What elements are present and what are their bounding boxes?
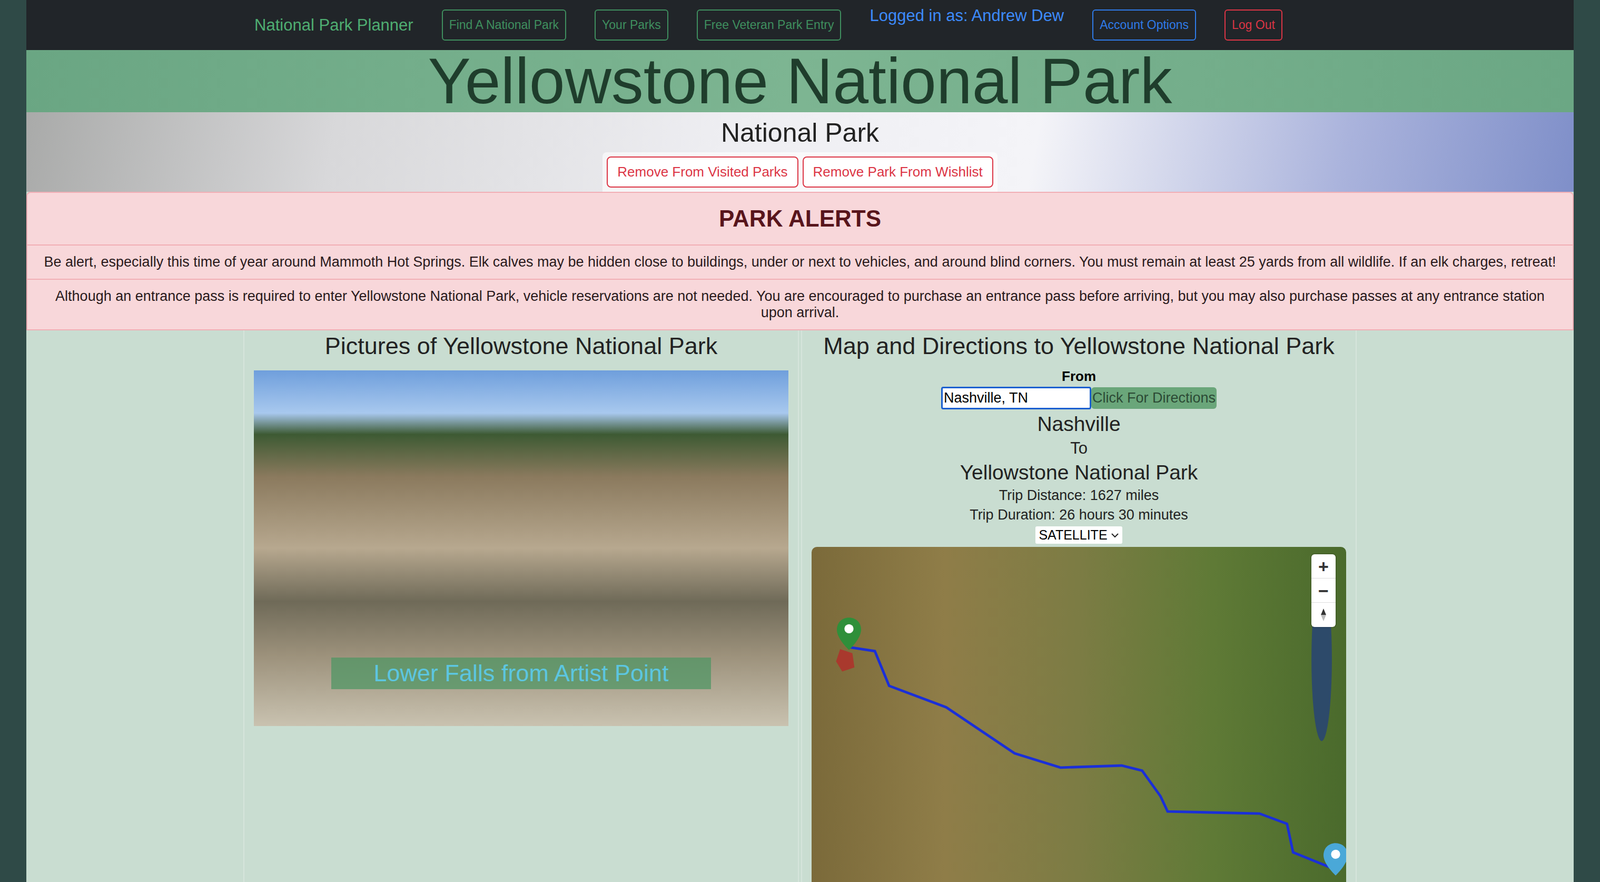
map-type-select[interactable]: SATELLITE [1035, 526, 1122, 544]
zoom-in-button[interactable]: + [1311, 554, 1336, 579]
pictures-title: Pictures of Yellowstone National Park [324, 332, 718, 360]
origin-pin-icon [1323, 842, 1347, 876]
zoom-out-button[interactable]: − [1311, 578, 1336, 603]
zoom-controls: +− [1311, 554, 1336, 627]
directions-button[interactable]: Click For Directions [1091, 387, 1217, 409]
from-label: From [1061, 368, 1096, 385]
park-title: Yellowstone National Park [428, 50, 1173, 113]
account-button[interactable]: Account Options [1092, 9, 1197, 41]
park-action-button[interactable]: Remove Park From Wishlist [802, 156, 994, 188]
park-actions: Remove From Visited ParksRemove Park Fro… [602, 152, 997, 192]
directions-title: Map and Directions to Yellowstone Nation… [823, 332, 1335, 360]
destination-text: Yellowstone National Park [960, 460, 1199, 485]
nav-button[interactable]: Free Veteran Park Entry [696, 9, 842, 41]
park-action-button[interactable]: Remove From Visited Parks [606, 156, 798, 188]
alert-row: Be alert, especially this time of year a… [26, 245, 1574, 280]
route-map[interactable]: +− [811, 546, 1347, 882]
from-input[interactable] [941, 386, 1092, 410]
alerts-title: PARK ALERTS [26, 191, 1574, 246]
pictures-column: Pictures of Yellowstone National Park Low… [243, 330, 799, 882]
navbar: National Park Planner Find A National Par… [26, 0, 1574, 51]
compass-button[interactable] [1311, 602, 1336, 627]
origin-text: Nashville [1036, 412, 1121, 436]
trip-distance: Trip Distance: 1627 miles [999, 487, 1160, 504]
compass-icon [1319, 607, 1328, 622]
trip-duration: Trip Duration: 26 hours 30 minutes [969, 506, 1189, 523]
title-band: Yellowstone National Park [26, 50, 1574, 113]
to-text: To [1070, 438, 1088, 458]
destination-pin-icon [836, 617, 862, 650]
park-designation: National Park [721, 117, 879, 148]
park-header: National Park Remove From Visited ParksRe… [26, 112, 1574, 192]
content-columns: Pictures of Yellowstone National Park Low… [26, 330, 1574, 882]
brand-link[interactable]: National Park Planner [254, 15, 414, 35]
from-row: Click For Directions [941, 386, 1217, 410]
user-label: Logged in as: Andrew Dew [869, 6, 1064, 26]
directions-column: Map and Directions to Yellowstone Nation… [801, 330, 1357, 882]
logout-button[interactable]: Log Out [1224, 9, 1283, 41]
photo-caption: Lower Falls from Artist Point [331, 657, 711, 689]
route-overlay [811, 546, 1347, 882]
nav-button[interactable]: Find A National Park [441, 9, 567, 41]
park-photo[interactable]: Lower Falls from Artist Point [253, 370, 789, 726]
nav-button[interactable]: Your Parks [594, 9, 669, 41]
route-line [848, 646, 1331, 868]
page: National Park Planner Find A National Par… [26, 0, 1574, 882]
alert-row: Although an entrance pass is required to… [26, 279, 1574, 331]
chevron-icon [1110, 531, 1120, 539]
